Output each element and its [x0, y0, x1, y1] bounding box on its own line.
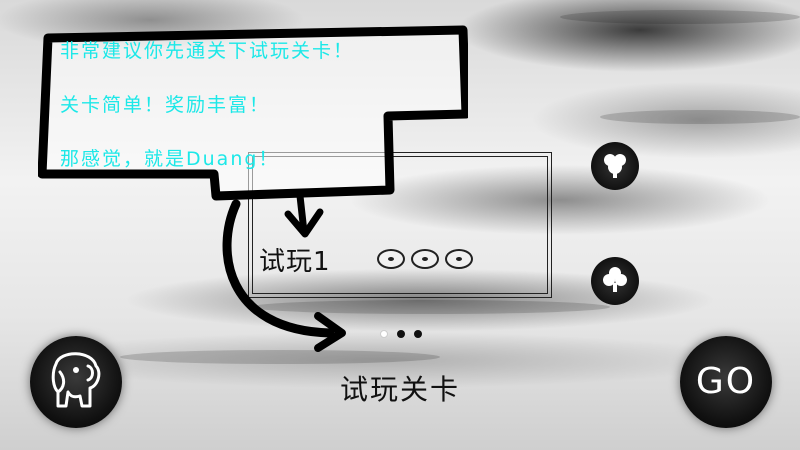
hint-bubble: 非常建议你先通关下试玩关卡！ 关卡简单！奖励丰富！ 那感觉，就是Duang！	[38, 24, 468, 202]
ink-streak	[250, 300, 610, 314]
page-indicator	[380, 330, 422, 338]
hint-line-3: 那感觉，就是Duang！	[60, 148, 280, 170]
page-dot[interactable]	[414, 330, 422, 338]
go-button-label: GO	[695, 361, 757, 402]
ink-streak	[120, 350, 440, 364]
go-button[interactable]: GO	[680, 336, 772, 428]
elephant-button[interactable]	[30, 336, 122, 428]
level-name: 试玩1	[259, 247, 331, 277]
flower-icon	[603, 267, 627, 292]
hint-line-2: 关卡简单！奖励丰富！	[60, 94, 271, 116]
page-dot[interactable]	[397, 330, 405, 338]
ink-streak	[600, 110, 800, 124]
elephant-icon	[51, 352, 101, 408]
side-button-top[interactable]	[591, 142, 639, 190]
ink-streak	[560, 10, 800, 24]
hint-line-1: 非常建议你先通关下试玩关卡！	[60, 40, 355, 62]
flower-icon	[604, 154, 626, 178]
eye-icon	[411, 249, 439, 269]
eye-icon	[377, 249, 405, 269]
eye-icon	[445, 249, 473, 269]
page-dot-active[interactable]	[380, 330, 388, 338]
level-rating	[377, 249, 473, 269]
side-button-bottom[interactable]	[591, 257, 639, 305]
